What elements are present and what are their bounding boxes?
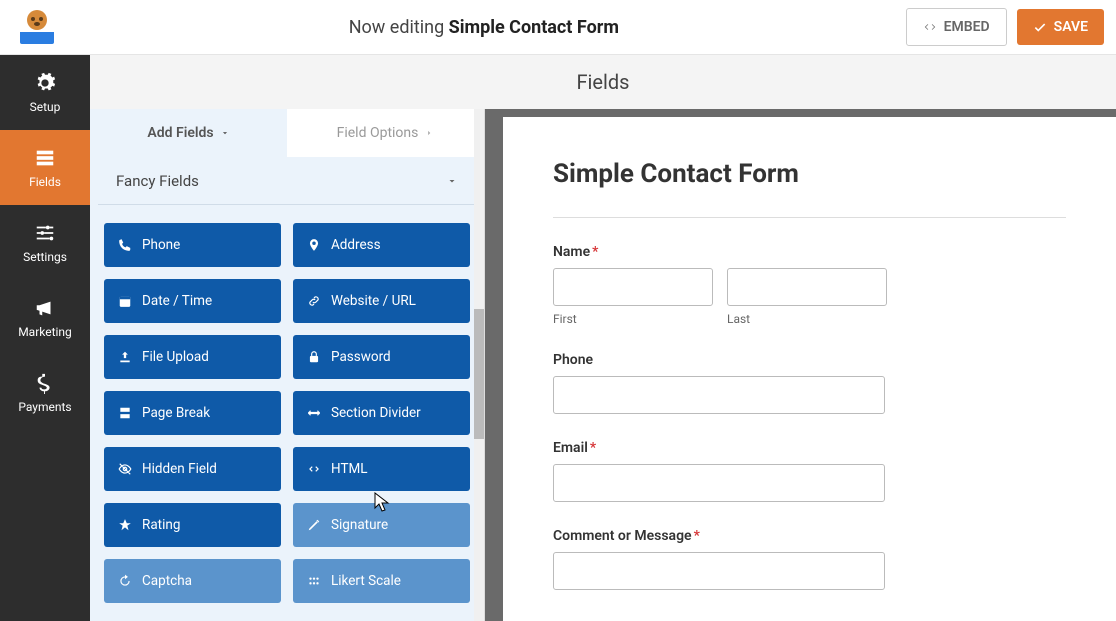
field-label: Page Break — [142, 405, 210, 421]
sidebar-label: Settings — [23, 250, 67, 264]
field-label: Phone — [142, 237, 180, 253]
required-mark: * — [590, 440, 596, 456]
form-icon — [34, 147, 56, 169]
upload-icon — [118, 350, 132, 364]
field-label: Section Divider — [331, 405, 421, 421]
comment-label: Comment or Message* — [553, 528, 1066, 544]
sliders-icon — [34, 222, 56, 244]
required-mark: * — [592, 244, 598, 260]
chevron-down-icon — [220, 128, 230, 138]
phone-icon — [118, 238, 132, 252]
email-label: Email* — [553, 440, 1066, 456]
form-title: Simple Contact Form — [553, 159, 1066, 189]
field-signature[interactable]: Signature — [293, 503, 470, 547]
field-label: Address — [331, 237, 381, 253]
pin-icon — [307, 238, 321, 252]
logo — [12, 6, 62, 48]
first-name-input[interactable] — [553, 268, 713, 306]
top-bar: Now editing Simple Contact Form EMBED SA… — [0, 0, 1116, 55]
first-sublabel: First — [553, 312, 713, 326]
tab-field-options[interactable]: Field Options — [287, 109, 484, 157]
chevron-right-icon — [424, 128, 434, 138]
check-icon — [1033, 20, 1047, 34]
tab-label: Add Fields — [147, 125, 213, 141]
sidebar-item-settings[interactable]: Settings — [0, 205, 90, 280]
field-website[interactable]: Website / URL — [293, 279, 470, 323]
field-label: Signature — [331, 517, 388, 533]
phone-input[interactable] — [553, 376, 885, 414]
fields-panel: Add Fields Field Options Fancy Fields Ph… — [90, 109, 485, 621]
lock-icon — [307, 350, 321, 364]
star-icon — [118, 518, 132, 532]
field-label: Captcha — [142, 573, 192, 589]
gear-icon — [34, 72, 56, 94]
form-preview: Simple Contact Form Name* First Last — [485, 109, 1116, 621]
field-label: Password — [331, 349, 391, 365]
editing-prefix: Now editing — [349, 17, 449, 38]
field-hidden[interactable]: Hidden Field — [104, 447, 281, 491]
form-name: Simple Contact Form — [449, 17, 619, 38]
save-button[interactable]: SAVE — [1017, 9, 1104, 45]
field-label: Likert Scale — [331, 573, 401, 589]
editing-title: Now editing Simple Contact Form — [62, 17, 906, 38]
field-label: Date / Time — [142, 293, 212, 309]
refresh-icon — [118, 574, 132, 588]
field-label: File Upload — [142, 349, 209, 365]
field-pagebreak[interactable]: Page Break — [104, 391, 281, 435]
save-label: SAVE — [1054, 19, 1088, 35]
required-mark: * — [694, 528, 700, 544]
pencil-icon — [307, 518, 321, 532]
field-label: Website / URL — [331, 293, 416, 309]
sidebar-item-marketing[interactable]: Marketing — [0, 280, 90, 355]
grid-icon — [307, 574, 321, 588]
embed-button[interactable]: EMBED — [906, 8, 1007, 46]
field-rating[interactable]: Rating — [104, 503, 281, 547]
divider — [553, 217, 1066, 218]
sidebar-label: Setup — [30, 100, 61, 114]
group-title: Fancy Fields — [116, 172, 199, 190]
field-html[interactable]: HTML — [293, 447, 470, 491]
field-group-header[interactable]: Fancy Fields — [98, 157, 476, 205]
bullhorn-icon — [34, 297, 56, 319]
eye-slash-icon — [118, 462, 132, 476]
last-name-input[interactable] — [727, 268, 887, 306]
field-likert[interactable]: Likert Scale — [293, 559, 470, 603]
field-captcha[interactable]: Captcha — [104, 559, 281, 603]
calendar-icon — [118, 294, 132, 308]
main-sidebar: Setup Fields Settings Marketing Payments — [0, 55, 90, 621]
last-sublabel: Last — [727, 312, 887, 326]
field-sectiondivider[interactable]: Section Divider — [293, 391, 470, 435]
sidebar-label: Fields — [29, 175, 61, 189]
phone-label: Phone — [553, 352, 1066, 368]
tab-add-fields[interactable]: Add Fields — [90, 109, 287, 157]
field-datetime[interactable]: Date / Time — [104, 279, 281, 323]
code-icon — [923, 20, 937, 34]
sidebar-label: Payments — [18, 400, 71, 414]
code-icon — [307, 462, 321, 476]
comment-input[interactable] — [553, 552, 885, 590]
field-label: Rating — [142, 517, 180, 533]
field-label: Hidden Field — [142, 461, 217, 477]
embed-label: EMBED — [944, 19, 990, 35]
pagebreak-icon — [118, 406, 132, 420]
chevron-down-icon — [446, 175, 458, 187]
field-phone[interactable]: Phone — [104, 223, 281, 267]
link-icon — [307, 294, 321, 308]
sidebar-item-fields[interactable]: Fields — [0, 130, 90, 205]
sidebar-item-setup[interactable]: Setup — [0, 55, 90, 130]
email-input[interactable] — [553, 464, 885, 502]
field-label: HTML — [331, 461, 368, 477]
field-address[interactable]: Address — [293, 223, 470, 267]
section-title: Fields — [90, 55, 1116, 109]
field-password[interactable]: Password — [293, 335, 470, 379]
dollar-icon — [34, 372, 56, 394]
scrollbar-thumb[interactable] — [474, 309, 484, 439]
sidebar-item-payments[interactable]: Payments — [0, 355, 90, 430]
divider-icon — [307, 406, 321, 420]
name-label: Name* — [553, 244, 1066, 260]
sidebar-label: Marketing — [18, 325, 72, 339]
field-fileupload[interactable]: File Upload — [104, 335, 281, 379]
tab-label: Field Options — [337, 125, 419, 141]
